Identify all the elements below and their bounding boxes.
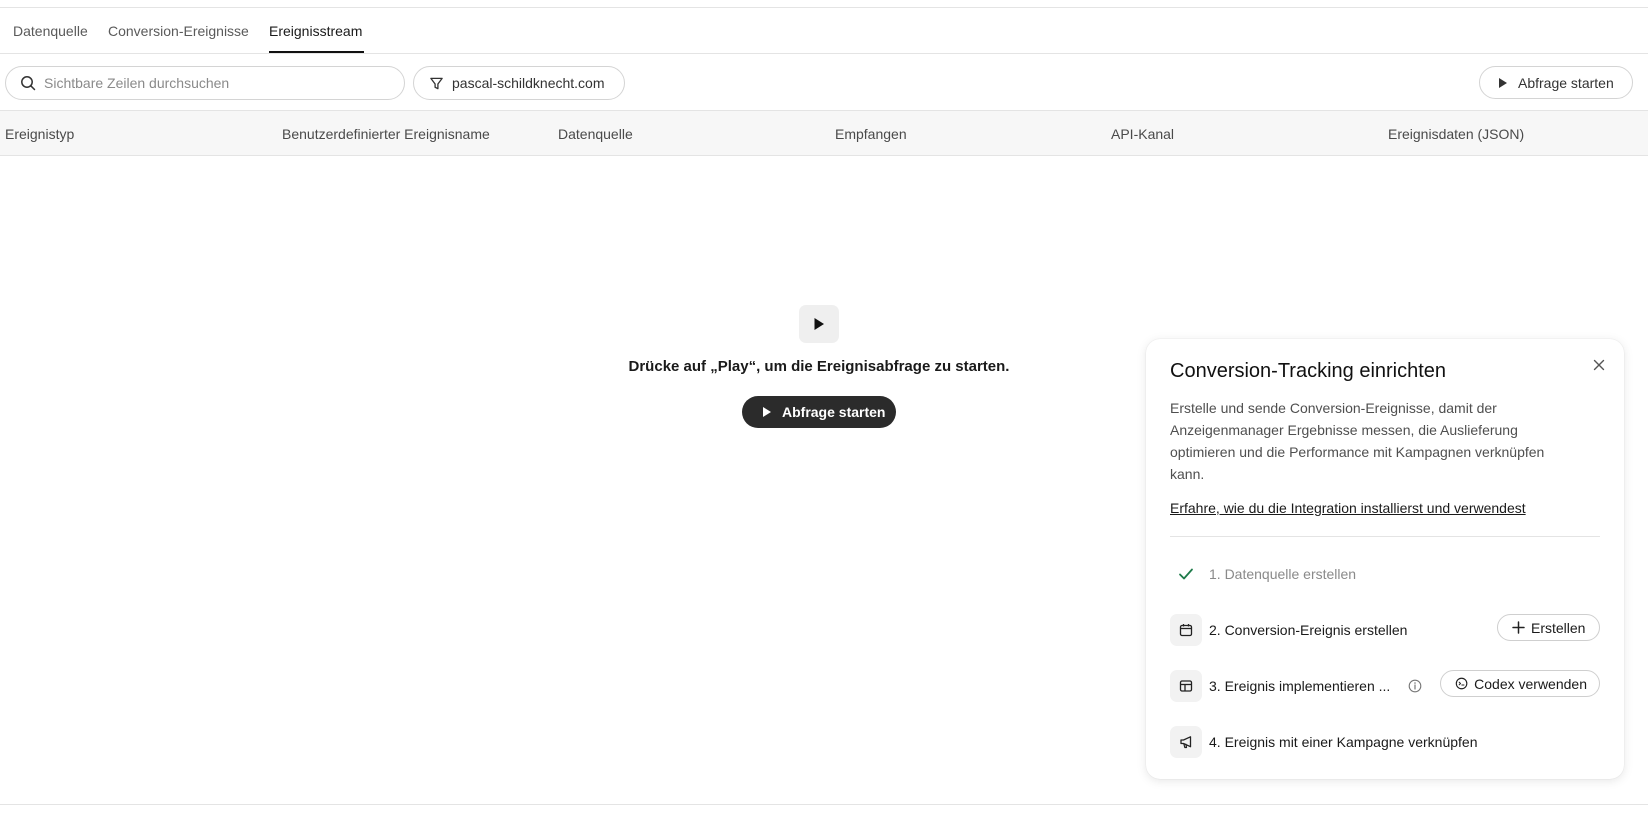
use-codex-button[interactable]: Codex verwenden	[1440, 670, 1600, 697]
search-input[interactable]	[44, 75, 374, 91]
run-query-button-top[interactable]: Abfrage starten	[1479, 66, 1633, 99]
filter-button[interactable]: pascal-schildknecht.com	[413, 66, 625, 100]
plus-icon	[1512, 621, 1525, 634]
empty-state-play-button[interactable]	[799, 305, 839, 343]
run-query-button[interactable]: Abfrage starten	[742, 396, 896, 428]
setup-card-description: Erstelle und sende Conversion-Ereignisse…	[1170, 400, 1545, 482]
use-codex-label: Codex verwenden	[1474, 675, 1587, 692]
setup-card: Conversion-Tracking einrichten Erstelle …	[1146, 339, 1624, 779]
column-header[interactable]: Benutzerdefinierter Ereignisname	[282, 126, 490, 142]
close-icon[interactable]	[1591, 357, 1607, 373]
run-query-label: Abfrage starten	[1518, 74, 1614, 91]
toolbar: pascal-schildknecht.com Abfrage starten	[0, 54, 1648, 111]
megaphone-icon	[1170, 726, 1202, 758]
table-header: Ereignistyp Benutzerdefinierter Ereignis…	[0, 111, 1648, 156]
tab-bar: Datenquelle Conversion-Ereignisse Ereign…	[0, 8, 1648, 54]
setup-step-3: 3. Ereignis implementieren ... Codex ver…	[1170, 670, 1600, 702]
create-button-label: Erstellen	[1531, 619, 1586, 636]
calendar-icon	[1170, 614, 1202, 646]
setup-card-title: Conversion-Tracking einrichten	[1170, 360, 1447, 382]
card-divider	[1170, 536, 1600, 537]
codex-icon	[1455, 677, 1468, 690]
filter-icon	[430, 77, 443, 89]
setup-step-2: 2. Conversion-Ereignis erstellen Erstell…	[1170, 614, 1600, 646]
layout-icon	[1170, 670, 1202, 702]
play-icon	[763, 407, 771, 417]
step-label: 3. Ereignis implementieren ...	[1209, 678, 1391, 694]
tab-datenquelle[interactable]: Datenquelle	[13, 23, 88, 39]
filter-label: pascal-schildknecht.com	[452, 75, 605, 91]
play-icon	[1499, 77, 1507, 88]
search-box[interactable]	[5, 66, 405, 100]
integration-help-link[interactable]: Erfahre, wie du die Integration installi…	[1170, 500, 1526, 516]
column-header[interactable]: Ereignisdaten (JSON)	[1388, 126, 1524, 142]
check-icon	[1170, 558, 1202, 590]
info-icon[interactable]	[1408, 679, 1422, 698]
column-header[interactable]: Ereignistyp	[5, 126, 74, 142]
tab-ereignisstream[interactable]: Ereignisstream	[269, 23, 362, 39]
column-header[interactable]: Datenquelle	[558, 126, 633, 142]
setup-step-4: 4. Ereignis mit einer Kampagne verknüpfe…	[1170, 726, 1600, 758]
setup-step-1: 1. Datenquelle erstellen	[1170, 558, 1600, 590]
step-label: 4. Ereignis mit einer Kampagne verknüpfe…	[1209, 734, 1478, 750]
active-tab-indicator	[269, 51, 364, 53]
create-button[interactable]: Erstellen	[1497, 614, 1600, 641]
play-icon	[814, 318, 824, 330]
column-header[interactable]: Empfangen	[835, 126, 907, 142]
step-label: 2. Conversion-Ereignis erstellen	[1209, 622, 1408, 638]
search-icon	[21, 76, 36, 91]
bottom-divider	[0, 804, 1648, 805]
run-query-label: Abfrage starten	[782, 404, 886, 420]
tab-conversion-ereignisse[interactable]: Conversion-Ereignisse	[108, 23, 249, 39]
column-header[interactable]: API-Kanal	[1111, 126, 1174, 142]
step-label: 1. Datenquelle erstellen	[1209, 566, 1357, 582]
